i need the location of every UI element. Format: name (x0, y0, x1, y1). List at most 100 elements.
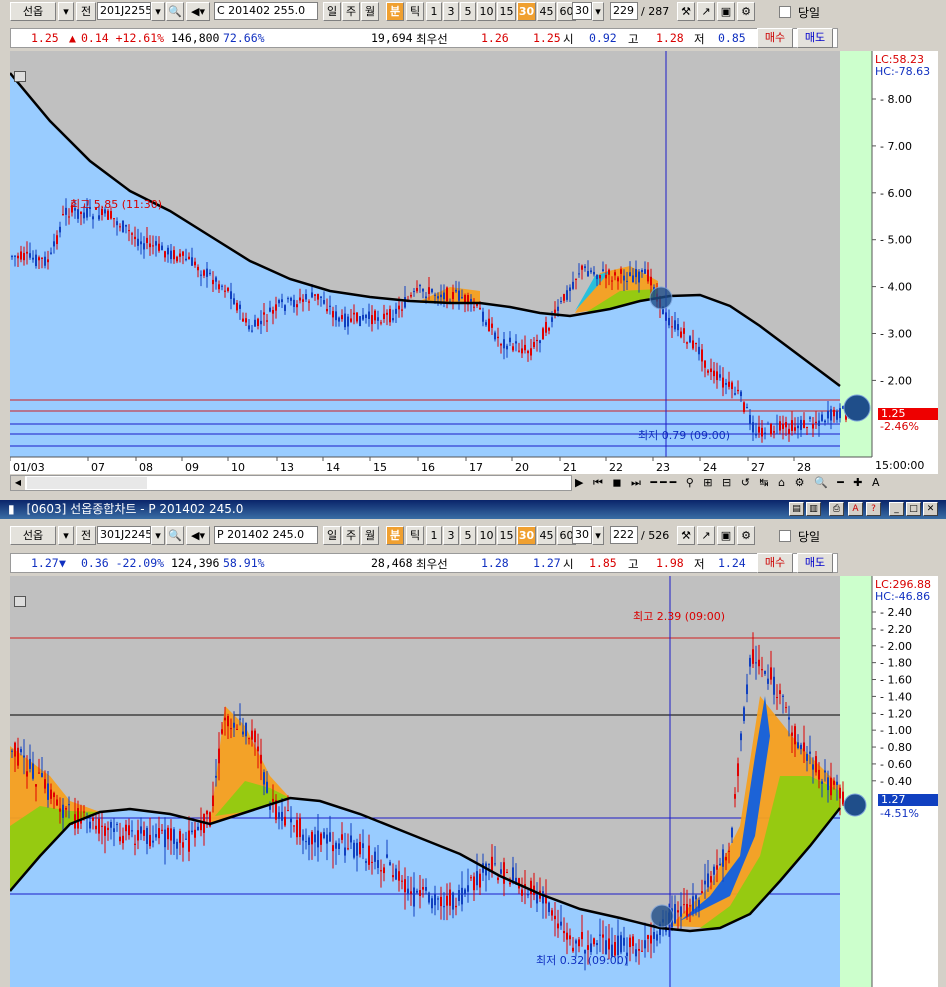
period-day-button[interactable]: 일 (323, 2, 341, 21)
scroll-thumb[interactable] (27, 477, 147, 489)
count-input[interactable]: 229 (610, 2, 638, 20)
same-day-checkbox[interactable] (779, 530, 791, 542)
minute-button-30[interactable]: 30 (517, 2, 536, 21)
minute-button-3[interactable]: 3 (443, 2, 459, 21)
prefix-button[interactable]: 전 (76, 526, 96, 545)
candle-body (164, 251, 166, 258)
minute-button-5[interactable]: 5 (460, 526, 476, 545)
market-select[interactable]: 선옵 (10, 526, 56, 545)
window-help-icon[interactable]: ? (866, 502, 881, 516)
chart-line-icon[interactable]: ↗ (697, 2, 715, 21)
code-dropdown-icon[interactable]: ▾ (151, 2, 165, 21)
minute-button-45[interactable]: 45 (537, 2, 556, 21)
period-month-button[interactable]: 월 (361, 526, 379, 545)
window-layout-icon[interactable]: ▤ (789, 502, 804, 516)
candle-body (95, 825, 97, 830)
minute-value-input[interactable]: 30 (572, 526, 592, 544)
code-input[interactable]: 301J2245 (97, 526, 151, 544)
period-minute-button[interactable]: 분 (386, 2, 404, 21)
scroll-left-icon[interactable]: ◀ (11, 476, 25, 490)
x-tick-label: 01/03 (13, 461, 45, 474)
window-copy-icon[interactable]: ▥ (806, 502, 821, 516)
settings-gear-icon[interactable]: ⚙ (737, 2, 755, 21)
minute-button-10[interactable]: 10 (477, 2, 496, 21)
grid-toggle-icon[interactable] (14, 71, 26, 82)
candle-body (53, 792, 55, 798)
candle-body (347, 316, 349, 327)
buy-button[interactable]: 매수 (757, 28, 793, 48)
candle-body (587, 271, 589, 277)
search-icon[interactable]: 🔍 (166, 526, 184, 545)
minute-button-15[interactable]: 15 (497, 2, 516, 21)
speaker-icon[interactable]: ◀▾ (186, 2, 210, 21)
settings-gear-icon[interactable]: ⚙ (737, 526, 755, 545)
zoom-controls[interactable]: ▶ ⏮ ◼ ⏭ ━━━ ⚲ ⊞ ⊟ ↺ ↹ ⌂ ⚙ 🔍 ━ ✚ A (575, 476, 935, 490)
bottom-chart[interactable]: - 2.40 - 2.20 - 2.00 - 1.80 - 1.60 - 1.40 - 1.… (10, 576, 938, 987)
minute-button-5[interactable]: 5 (460, 2, 476, 21)
name-field[interactable]: P 201402 245.0 (214, 526, 318, 544)
horizontal-scrollbar[interactable]: ◀ (10, 475, 572, 491)
market-select[interactable]: 선옵 (10, 2, 56, 21)
minute-button-15[interactable]: 15 (497, 526, 516, 545)
window-maximize-icon[interactable]: □ (906, 502, 921, 516)
candle-body (503, 862, 505, 884)
current-price-tag: 1.25 (878, 408, 938, 420)
chevron-down-icon[interactable]: ▾ (58, 526, 74, 545)
candle-body (128, 230, 130, 232)
minute-button-10[interactable]: 10 (477, 526, 496, 545)
minute-button-45[interactable]: 45 (537, 526, 556, 545)
search-icon[interactable]: 🔍 (166, 2, 184, 21)
minute-button-1[interactable]: 1 (426, 2, 442, 21)
candle-body (398, 871, 400, 881)
window-titlebar[interactable]: ▮ [0603] 선옵종합차트 - P 201402 245.0 ▤ ▥ ⎙ A… (0, 500, 946, 519)
candle-body (143, 830, 145, 836)
quote-high: 1.98 (656, 556, 684, 570)
candle-body (41, 773, 43, 778)
minute-dropdown-icon[interactable]: ▾ (592, 526, 604, 545)
prefix-button[interactable]: 전 (76, 2, 96, 21)
period-week-button[interactable]: 주 (342, 526, 360, 545)
tool-icon[interactable]: ⚒ (677, 526, 695, 545)
candle-body (734, 794, 736, 799)
candle-body (305, 841, 307, 843)
period-day-button[interactable]: 일 (323, 526, 341, 545)
minute-value-input[interactable]: 30 (572, 2, 592, 20)
chevron-down-icon[interactable]: ▾ (58, 2, 74, 21)
minute-button-30[interactable]: 30 (517, 526, 536, 545)
candle-body (152, 840, 154, 843)
period-month-button[interactable]: 월 (361, 2, 379, 21)
buy-button[interactable]: 매수 (757, 553, 793, 573)
candle-body (833, 780, 835, 785)
chart-line-icon[interactable]: ↗ (697, 526, 715, 545)
code-dropdown-icon[interactable]: ▾ (151, 526, 165, 545)
candle-body (653, 932, 655, 939)
save-icon[interactable]: ▣ (717, 2, 735, 21)
window-close-icon[interactable]: ✕ (923, 502, 938, 516)
window-minimize-icon[interactable]: _ (889, 502, 904, 516)
minute-button-3[interactable]: 3 (443, 526, 459, 545)
grid-toggle-icon[interactable] (14, 596, 26, 607)
period-tick-button[interactable]: 틱 (406, 526, 424, 545)
same-day-checkbox[interactable] (779, 6, 791, 18)
bottom-chart-canvas[interactable]: - 2.40 - 2.20 - 2.00 - 1.80 - 1.60 - 1.40 - 1.… (10, 576, 938, 987)
candle-body (500, 869, 502, 874)
tool-icon[interactable]: ⚒ (677, 2, 695, 21)
speaker-icon[interactable]: ◀▾ (186, 526, 210, 545)
sell-button[interactable]: 매도 (797, 28, 833, 48)
window-print-icon[interactable]: ⎙ (829, 502, 844, 516)
code-input[interactable]: 201J2255 (97, 2, 151, 20)
period-week-button[interactable]: 주 (342, 2, 360, 21)
name-field[interactable]: C 201402 255.0 (214, 2, 318, 20)
candle-body (308, 301, 310, 303)
top-chart-canvas[interactable]: - 8.00 - 7.00 - 6.00 - 5.00 - 4.00 - 3.00 - 2.… (10, 51, 938, 474)
minute-dropdown-icon[interactable]: ▾ (592, 2, 604, 21)
top-chart[interactable]: - 8.00 - 7.00 - 6.00 - 5.00 - 4.00 - 3.00 - 2.… (10, 51, 938, 474)
save-icon[interactable]: ▣ (717, 526, 735, 545)
minute-button-1[interactable]: 1 (426, 526, 442, 545)
period-minute-button[interactable]: 분 (386, 526, 404, 545)
candle-body (539, 340, 541, 344)
count-input[interactable]: 222 (610, 526, 638, 544)
period-tick-button[interactable]: 틱 (406, 2, 424, 21)
sell-button[interactable]: 매도 (797, 553, 833, 573)
window-font-icon[interactable]: A (848, 502, 863, 516)
